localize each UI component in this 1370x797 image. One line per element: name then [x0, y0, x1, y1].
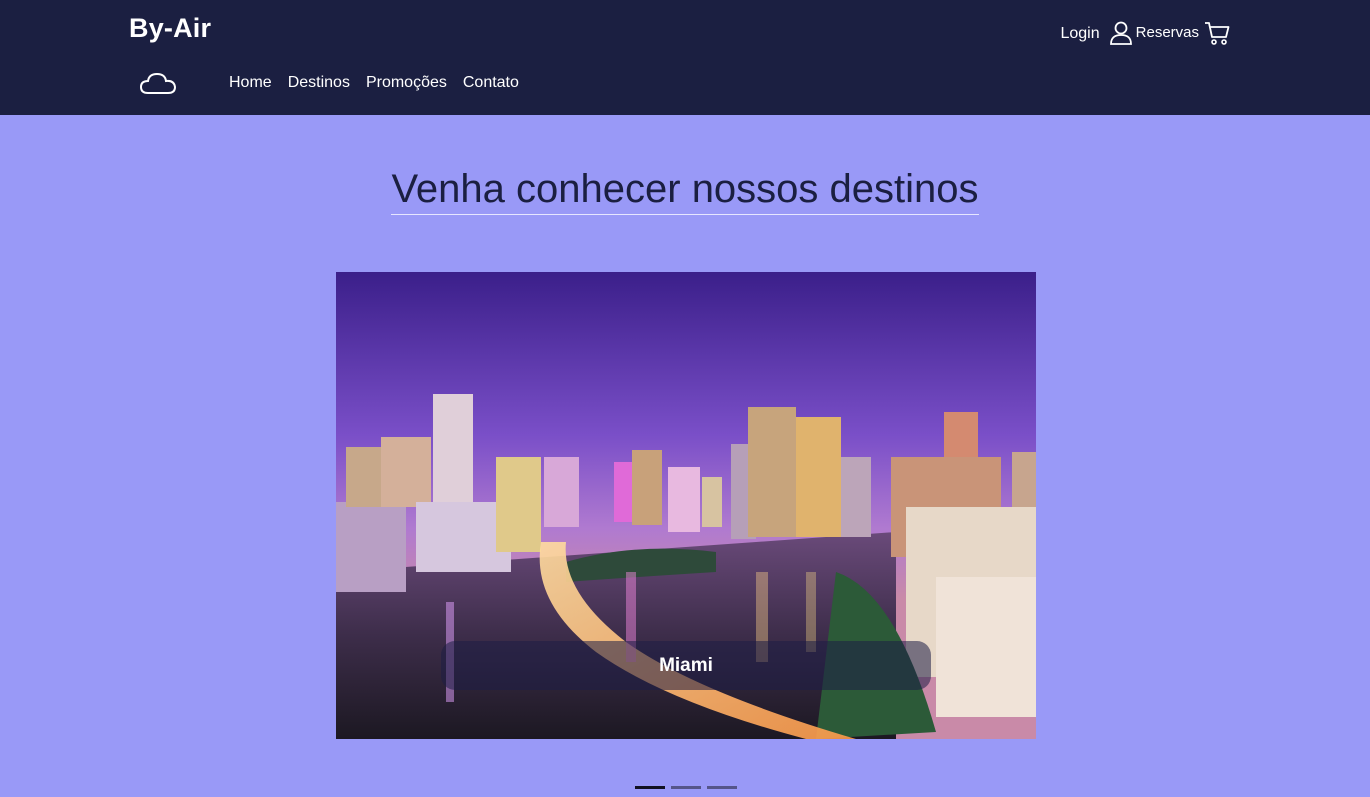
navbar: By-Air Home Destinos Promoções Contato L… — [0, 0, 1370, 115]
login-link[interactable]: Login — [1060, 25, 1099, 43]
carousel-indicators — [635, 786, 737, 789]
carousel-indicator-2[interactable] — [671, 786, 701, 789]
account-nav: Login Reservas — [1060, 20, 1230, 46]
nav-item-contato[interactable]: Contato — [463, 74, 519, 92]
carousel-indicator-3[interactable] — [707, 786, 737, 789]
destination-carousel[interactable]: Miami — [336, 272, 1036, 739]
nav-item-promocoes[interactable]: Promoções — [366, 74, 447, 92]
reservations-link[interactable]: Reservas — [1136, 24, 1199, 41]
cart-icon[interactable] — [1204, 20, 1230, 46]
cloud-icon — [139, 72, 177, 94]
carousel-caption: Miami — [441, 641, 931, 690]
nav-item-destinos[interactable]: Destinos — [288, 74, 350, 92]
nav-item-home[interactable]: Home — [229, 74, 272, 92]
carousel-indicator-1[interactable] — [635, 786, 665, 789]
hero-section: Venha conhecer nossos destinos — [0, 166, 1370, 215]
page-title: Venha conhecer nossos destinos — [391, 166, 979, 215]
brand-logo[interactable]: By-Air — [129, 13, 211, 44]
user-icon[interactable] — [1108, 20, 1134, 46]
main-nav: Home Destinos Promoções Contato — [229, 74, 535, 92]
